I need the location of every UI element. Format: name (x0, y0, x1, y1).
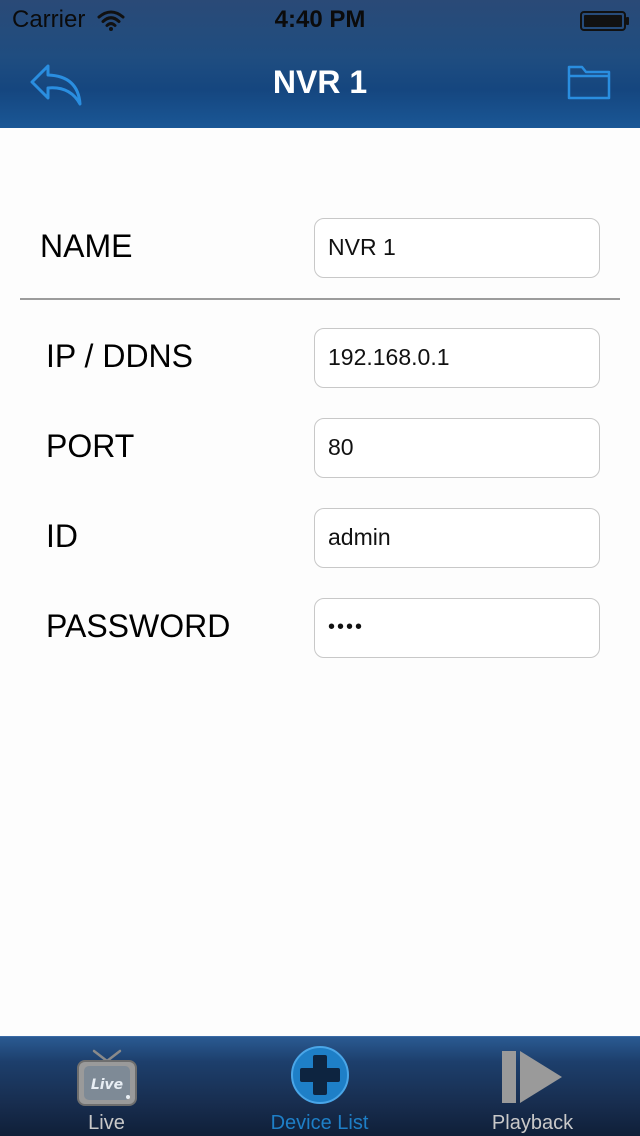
plus-circle-icon (291, 1046, 349, 1104)
port-label: PORT (46, 428, 135, 464)
divider (20, 298, 620, 300)
tab-bar: Live Live Device List Playback (0, 1036, 640, 1136)
name-label: NAME (40, 228, 133, 264)
tab-playback[interactable]: Playback (426, 1037, 639, 1136)
folder-icon[interactable] (566, 62, 612, 102)
id-row: ID admin (0, 508, 640, 568)
password-label: PASSWORD (46, 608, 231, 644)
tab-device-list[interactable]: Device List (213, 1037, 426, 1136)
password-row: PASSWORD •••• (0, 598, 640, 658)
battery-icon (580, 11, 629, 31)
name-field[interactable]: NVR 1 (314, 218, 600, 278)
live-tv-icon: Live (77, 1049, 137, 1106)
status-bar: Carrier 4:40 PM (0, 0, 640, 40)
id-label: ID (46, 518, 78, 554)
tab-label-live: Live (88, 1112, 125, 1134)
header: Carrier 4:40 PM NVR 1 (0, 0, 640, 128)
port-field[interactable]: 80 (314, 418, 600, 478)
tab-label-device-list: Device List (270, 1112, 369, 1134)
page-title: NVR 1 (272, 64, 368, 100)
password-field[interactable]: •••• (314, 598, 600, 658)
port-row: PORT 80 (0, 418, 640, 478)
name-row: NAME NVR 1 (0, 218, 640, 278)
status-time: 4:40 PM (274, 6, 366, 33)
ip-row: IP / DDNS 192.168.0.1 (0, 328, 640, 388)
id-field[interactable]: admin (314, 508, 600, 568)
svg-text:Live: Live (91, 1077, 123, 1093)
ip-field[interactable]: 192.168.0.1 (314, 328, 600, 388)
tab-label-playback: Playback (491, 1112, 574, 1134)
playback-icon (502, 1051, 562, 1103)
tab-live[interactable]: Live Live (0, 1037, 213, 1136)
ip-label: IP / DDNS (46, 338, 193, 374)
nav-bar: NVR 1 (0, 40, 640, 128)
